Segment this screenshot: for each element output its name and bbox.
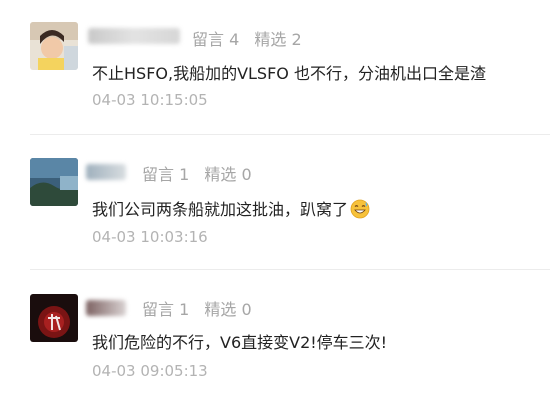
featured-count[interactable]: 精选 0 <box>204 300 251 319</box>
comment-item: 留言 1 精选 0 我们危险的不行，V6直接变V2!停车三次! 04-03 09… <box>0 270 550 404</box>
featured-count[interactable]: 精选 0 <box>204 165 251 184</box>
comment-stats: 留言 1 精选 0 <box>142 161 262 185</box>
comment-item: 留言 1 精选 0 我们公司两条船就加这批油，趴窝了 04-03 10:03:1… <box>0 135 550 270</box>
nickname-redacted <box>88 28 180 44</box>
comment-item: 留言 4 精选 2 不止HSFO,我船加的VLSFO 也不行，分油机出口全是渣 … <box>0 0 550 135</box>
grinning-sweat-emoji-icon <box>350 199 370 219</box>
comment-timestamp: 04-03 10:15:05 <box>92 91 208 109</box>
nickname-redacted <box>86 164 126 180</box>
reply-count[interactable]: 留言 1 <box>142 165 189 184</box>
comment-text: 我们公司两条船就加这批油，趴窝了 <box>92 196 370 220</box>
nickname-redacted <box>86 300 126 316</box>
featured-count[interactable]: 精选 2 <box>254 30 301 49</box>
comment-timestamp: 04-03 10:03:16 <box>92 228 208 246</box>
reply-count[interactable]: 留言 4 <box>192 30 239 49</box>
avatar[interactable] <box>30 294 78 342</box>
avatar[interactable] <box>30 22 78 70</box>
comment-timestamp: 04-03 09:05:13 <box>92 362 208 380</box>
comment-text: 不止HSFO,我船加的VLSFO 也不行，分油机出口全是渣 <box>92 64 486 83</box>
comment-text-body: 我们公司两条船就加这批油，趴窝了 <box>92 200 349 219</box>
comment-text: 我们危险的不行，V6直接变V2!停车三次! <box>92 333 388 352</box>
reply-count[interactable]: 留言 1 <box>142 300 189 319</box>
avatar[interactable] <box>30 158 78 206</box>
comment-stats: 留言 4 精选 2 <box>192 26 312 50</box>
comment-stats: 留言 1 精选 0 <box>142 296 262 320</box>
